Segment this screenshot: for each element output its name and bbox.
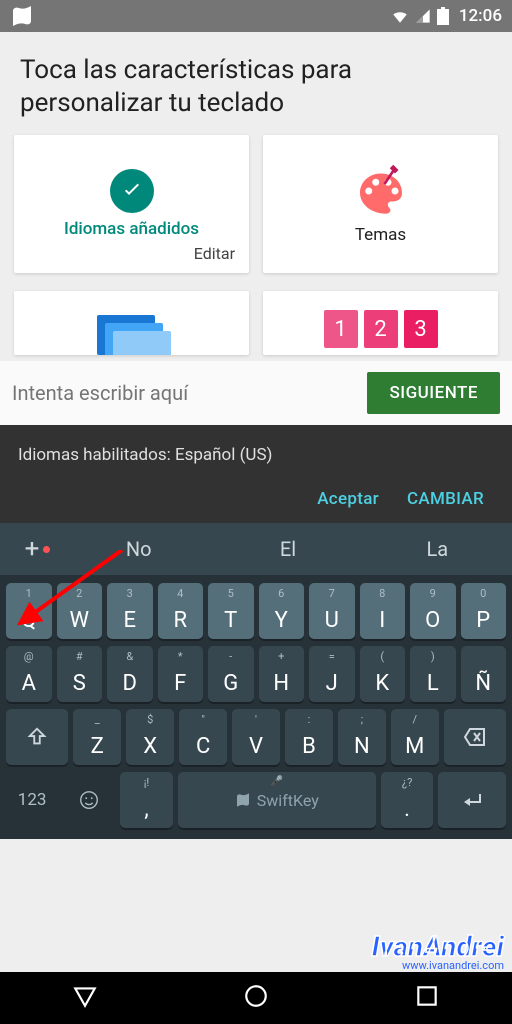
status-bar: 12:06 bbox=[0, 0, 512, 32]
notification-dot-icon bbox=[43, 546, 50, 553]
nav-home-button[interactable] bbox=[243, 983, 269, 1013]
snackbar-message: Idiomas habilitados: Español (US) bbox=[18, 445, 494, 465]
key-,[interactable]: ¡!, bbox=[120, 772, 172, 828]
key-f[interactable]: *F bbox=[158, 646, 204, 702]
key-k[interactable]: (K bbox=[360, 646, 406, 702]
key-backspace[interactable] bbox=[444, 709, 506, 765]
key-b[interactable]: :B bbox=[285, 709, 333, 765]
key-x[interactable]: $X bbox=[126, 709, 174, 765]
signal-icon bbox=[415, 8, 431, 24]
key-space[interactable]: 🎤SwiftKey bbox=[178, 772, 376, 828]
battery-icon bbox=[437, 7, 449, 25]
plus-icon: + bbox=[25, 534, 40, 564]
key-j[interactable]: =J bbox=[309, 646, 355, 702]
card-languages[interactable]: Idiomas añadidos Editar bbox=[14, 135, 249, 273]
plus-button[interactable]: + bbox=[0, 534, 64, 564]
key-c[interactable]: "C bbox=[179, 709, 227, 765]
key-emoji[interactable] bbox=[63, 772, 115, 828]
resize-icon bbox=[97, 313, 167, 345]
key-u[interactable]: 7U bbox=[309, 583, 355, 639]
suggestion-3[interactable]: La bbox=[363, 537, 512, 561]
key-w[interactable]: 2W bbox=[57, 583, 103, 639]
key-d[interactable]: &D bbox=[107, 646, 153, 702]
key-enter[interactable] bbox=[438, 772, 506, 828]
nav-back-button[interactable] bbox=[72, 983, 98, 1013]
keyboard: 1Q2W3E4R5T6Y7U8I9O0P @A#S&D*F-G+H=J(K)LÑ… bbox=[0, 575, 512, 839]
key-t[interactable]: 5T bbox=[208, 583, 254, 639]
numbers-icon: 123 bbox=[324, 310, 438, 348]
key-.[interactable]: ¿?. bbox=[381, 772, 433, 828]
suggestion-bar: + No El La bbox=[0, 523, 512, 575]
key-v[interactable]: 'V bbox=[232, 709, 280, 765]
wifi-icon bbox=[391, 7, 409, 25]
status-icons: 12:06 bbox=[391, 6, 502, 26]
page-header: Toca las características para personaliz… bbox=[0, 32, 512, 131]
key-m[interactable]: /M bbox=[391, 709, 439, 765]
input-row: SIGUIENTE bbox=[0, 361, 512, 425]
watermark: IvanAndrei www.ivanandrei.com bbox=[371, 933, 504, 972]
key-n[interactable]: ;N bbox=[338, 709, 386, 765]
try-input[interactable] bbox=[0, 361, 367, 425]
key-q[interactable]: 1Q bbox=[6, 583, 52, 639]
key-r[interactable]: 4R bbox=[158, 583, 204, 639]
swiftkey-logo-icon bbox=[10, 4, 34, 28]
key-s[interactable]: #S bbox=[57, 646, 103, 702]
card-edit-link[interactable]: Editar bbox=[194, 244, 235, 263]
card-numbers[interactable]: 123 bbox=[263, 291, 498, 355]
swiftkey-icon bbox=[235, 792, 251, 808]
snackbar: Idiomas habilitados: Español (US) Acepta… bbox=[0, 425, 512, 523]
snackbar-accept-button[interactable]: Aceptar bbox=[317, 489, 379, 509]
backspace-icon bbox=[463, 727, 487, 747]
shift-icon bbox=[26, 726, 48, 748]
nav-recent-button[interactable] bbox=[414, 983, 440, 1013]
palette-icon bbox=[353, 163, 409, 219]
clock: 12:06 bbox=[459, 6, 502, 26]
suggestion-1[interactable]: No bbox=[64, 537, 213, 561]
key-h[interactable]: +H bbox=[259, 646, 305, 702]
next-button[interactable]: SIGUIENTE bbox=[367, 372, 500, 414]
android-navbar bbox=[0, 972, 512, 1024]
key-a[interactable]: @A bbox=[6, 646, 52, 702]
card-themes-title: Temas bbox=[355, 225, 406, 245]
key-o[interactable]: 9O bbox=[410, 583, 456, 639]
card-themes[interactable]: Temas bbox=[263, 135, 498, 273]
card-languages-title: Idiomas añadidos bbox=[64, 219, 199, 239]
key-shift[interactable] bbox=[6, 709, 68, 765]
key-i[interactable]: 8I bbox=[360, 583, 406, 639]
key-g[interactable]: -G bbox=[208, 646, 254, 702]
key-ñ[interactable]: Ñ bbox=[461, 646, 507, 702]
key-123[interactable]: 123 bbox=[6, 772, 58, 828]
card-resize[interactable] bbox=[14, 291, 249, 355]
page-title: Toca las características para personaliz… bbox=[20, 54, 492, 119]
key-p[interactable]: 0P bbox=[461, 583, 507, 639]
suggestion-2[interactable]: El bbox=[213, 537, 362, 561]
key-z[interactable]: _Z bbox=[73, 709, 121, 765]
enter-icon bbox=[460, 790, 484, 810]
emoji-icon bbox=[78, 789, 100, 811]
snackbar-change-button[interactable]: CAMBIAR bbox=[407, 489, 484, 509]
key-l[interactable]: )L bbox=[410, 646, 456, 702]
key-y[interactable]: 6Y bbox=[259, 583, 305, 639]
key-e[interactable]: 3E bbox=[107, 583, 153, 639]
check-icon bbox=[110, 169, 154, 213]
